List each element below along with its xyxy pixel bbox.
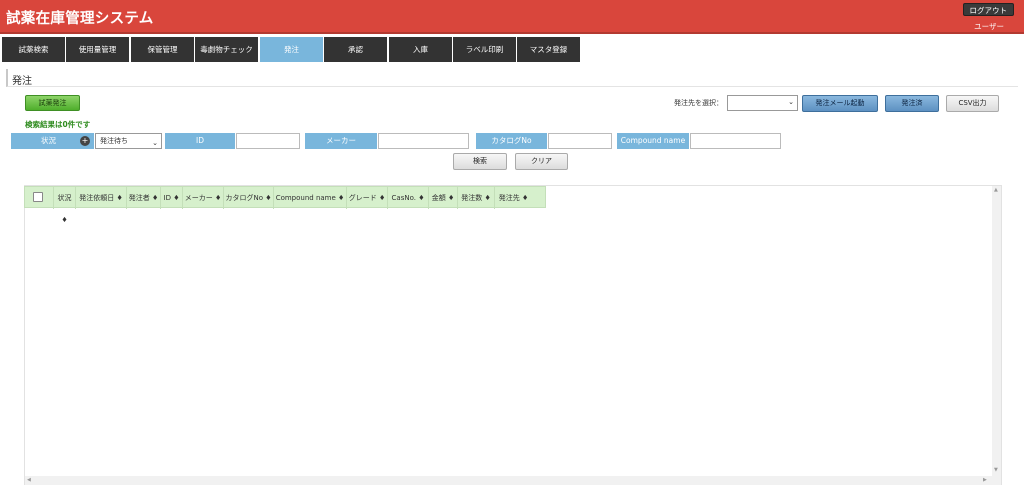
tab-usage-management[interactable]: 使用量管理 — [66, 37, 129, 62]
scroll-up-icon[interactable]: ▲ — [994, 187, 998, 193]
sort-icon: ♦ — [265, 194, 272, 202]
sort-icon: ♦ — [447, 194, 455, 202]
id-filter-label: ID — [165, 133, 235, 149]
sort-icon: ♦ — [418, 194, 425, 202]
csv-export-button[interactable]: CSV出力 — [946, 95, 999, 112]
id-input[interactable] — [236, 133, 300, 149]
sort-icon: ♦ — [214, 194, 222, 202]
column-header[interactable]: 状況 ♦ — [54, 187, 76, 224]
order-mail-launch-button[interactable]: 発注メール起動 — [802, 95, 878, 112]
result-count-text: 検索結果は0件です — [25, 120, 91, 129]
column-header[interactable]: CasNo. ♦ — [388, 187, 429, 209]
tab-order[interactable]: 発注 — [260, 37, 323, 62]
sort-icon: ♦ — [151, 194, 159, 202]
tab-label-print[interactable]: ラベル印刷 — [453, 37, 516, 62]
scroll-down-icon[interactable]: ▼ — [994, 467, 998, 473]
tab-approval[interactable]: 承認 — [324, 37, 387, 62]
logout-button[interactable]: ログアウト — [962, 3, 1014, 16]
status-select-value: 発注待ち — [100, 137, 128, 145]
app-header: 試薬在庫管理システム ログアウト ユーザー — [0, 0, 1024, 34]
sort-icon: ♦ — [61, 216, 68, 224]
scroll-left-icon[interactable]: ◀ — [27, 477, 31, 483]
plus-circle-icon[interactable]: + — [80, 136, 90, 146]
tab-receiving[interactable]: 入庫 — [389, 37, 452, 62]
horizontal-scrollbar[interactable]: ◀ ▶ — [25, 476, 1001, 485]
select-all-checkbox[interactable] — [33, 192, 43, 202]
tab-poison-check[interactable]: 毒劇物チェック — [195, 37, 258, 62]
chevron-down-icon: ⌄ — [788, 98, 794, 106]
column-header[interactable]: カタログNo ♦ — [224, 187, 274, 209]
sort-icon: ♦ — [116, 194, 123, 202]
sort-icon: ♦ — [173, 194, 180, 202]
page-title-bar — [6, 69, 1018, 87]
compound-filter-label: Compound name — [617, 133, 689, 149]
column-header[interactable]: 発注先 ♦ — [495, 187, 532, 209]
page-title: 発注 — [12, 76, 32, 87]
table-header-row: 状況 ♦ 発注依頼日 ♦ 発注者 ♦ ID ♦ メーカー ♦ カタログNo ♦ … — [24, 186, 546, 224]
column-header[interactable]: メーカー ♦ — [183, 187, 224, 209]
supplier-select[interactable]: ⌄ — [727, 95, 798, 111]
chevron-down-icon: ⌄ — [152, 139, 158, 147]
select-all-cell — [25, 187, 54, 209]
sort-icon: ♦ — [521, 194, 529, 202]
column-header[interactable]: 発注依頼日 ♦ — [76, 187, 127, 209]
tab-master-register[interactable]: マスタ登録 — [517, 37, 580, 62]
sort-icon: ♦ — [484, 194, 491, 202]
trial-order-button[interactable]: 試薬発注 — [25, 95, 80, 111]
vertical-scrollbar[interactable]: ▲ ▼ — [992, 186, 1001, 476]
maker-filter-label: メーカー — [305, 133, 377, 149]
status-filter-label-text: 状況 — [41, 136, 56, 145]
column-header[interactable]: 金額 ♦ — [429, 187, 458, 209]
user-name: ユーザー — [974, 22, 1004, 31]
column-header[interactable]: ID ♦ — [161, 187, 183, 209]
supplier-select-label: 発注先を選択： — [674, 99, 723, 107]
ordered-button[interactable]: 発注済 — [885, 95, 939, 112]
sort-icon: ♦ — [338, 194, 345, 202]
sort-icon: ♦ — [378, 194, 386, 202]
results-table — [24, 185, 1002, 485]
tab-storage-management[interactable]: 保管管理 — [131, 37, 194, 62]
tab-reagent-search[interactable]: 試薬検索 — [2, 37, 65, 62]
maker-input[interactable] — [378, 133, 469, 149]
catalog-filter-label: カタログNo — [476, 133, 547, 149]
column-header[interactable]: 発注数 ♦ — [458, 187, 495, 209]
compound-input[interactable] — [690, 133, 781, 149]
search-button[interactable]: 検索 — [453, 153, 507, 170]
column-header[interactable]: Compound name ♦ — [274, 187, 347, 209]
status-select[interactable]: 発注待ち ⌄ — [95, 133, 162, 149]
app-title: 試薬在庫管理システム — [6, 11, 154, 27]
scroll-right-icon[interactable]: ▶ — [983, 477, 987, 483]
column-header[interactable]: グレード ♦ — [347, 187, 388, 209]
column-header[interactable]: 発注者 ♦ — [127, 187, 161, 209]
clear-button[interactable]: クリア — [515, 153, 568, 170]
catalog-input[interactable] — [548, 133, 612, 149]
